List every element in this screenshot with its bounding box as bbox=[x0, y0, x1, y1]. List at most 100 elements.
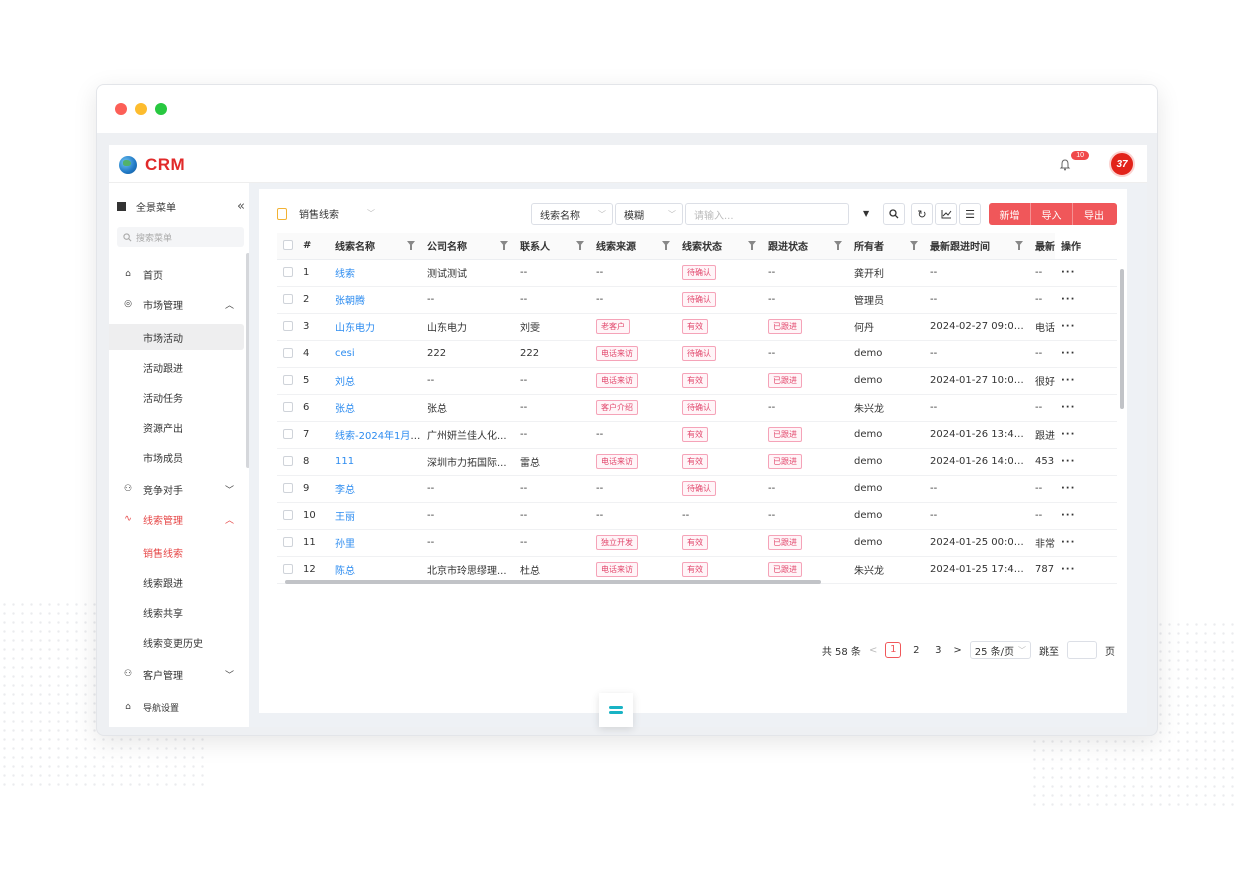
caret-down-icon[interactable]: ▼ bbox=[863, 209, 869, 218]
column-header-latest-followup-time[interactable]: 最新跟进时间 bbox=[924, 233, 1029, 260]
user-avatar[interactable]: 37 bbox=[1109, 151, 1135, 177]
more-actions-icon[interactable]: ··· bbox=[1061, 294, 1075, 305]
match-select[interactable]: 模糊 ﹀ bbox=[615, 203, 683, 225]
refresh-button[interactable]: ↻ bbox=[911, 203, 933, 225]
lead-name-link[interactable]: 陈总 bbox=[335, 566, 355, 577]
column-header-source[interactable]: 线索来源 bbox=[590, 233, 676, 260]
column-settings-button[interactable]: ☰ bbox=[959, 203, 981, 225]
select-all-checkbox-cell[interactable] bbox=[277, 233, 297, 260]
lead-name-link[interactable]: 张总 bbox=[335, 404, 355, 415]
sidebar-item-nav-settings[interactable]: ⌂ 导航设置 bbox=[109, 694, 244, 720]
row-checkbox-cell[interactable] bbox=[277, 502, 297, 530]
lead-name-link[interactable]: cesi bbox=[335, 348, 355, 359]
horizontal-scroll-thumb[interactable] bbox=[285, 580, 821, 584]
row-checkbox[interactable] bbox=[283, 510, 293, 520]
row-checkbox-cell[interactable] bbox=[277, 286, 297, 314]
table-row[interactable]: 5 刘总 -- -- 电话来访 有效 已跟进 demo 2024-01-27 10:00:38 很… bbox=[277, 367, 1117, 395]
column-header-owner[interactable]: 所有者 bbox=[848, 233, 924, 260]
menu-search-input[interactable]: 搜索菜单 bbox=[117, 227, 244, 247]
table-row[interactable]: 6 张总 张总 -- 客户介绍 待确认 -- 朱兴龙 -- -- ··· bbox=[277, 394, 1117, 422]
row-checkbox[interactable] bbox=[283, 402, 293, 412]
table-row[interactable]: 3 山东电力 山东电力 刘雯 老客户 有效 已跟进 何丹 2024-02-27 09:02:16… bbox=[277, 313, 1117, 341]
row-checkbox-cell[interactable] bbox=[277, 421, 297, 449]
filter-icon[interactable] bbox=[834, 241, 842, 250]
table-cell[interactable]: 111 bbox=[329, 448, 421, 476]
sidebar-item-market-activity[interactable]: 市场活动 bbox=[109, 324, 244, 350]
lead-name-link[interactable]: 111 bbox=[335, 456, 354, 467]
more-actions-icon[interactable]: ··· bbox=[1061, 402, 1075, 413]
row-checkbox[interactable] bbox=[283, 456, 293, 466]
lead-name-link[interactable]: 李总 bbox=[335, 485, 355, 496]
page-button-3[interactable]: 3 bbox=[931, 645, 945, 656]
view-selector[interactable]: 销售线索 ﹀ bbox=[277, 206, 375, 221]
table-cell[interactable]: 王丽 bbox=[329, 502, 421, 530]
sidebar-item-leads-sharing[interactable]: 线索共享 bbox=[109, 599, 244, 625]
more-actions-icon[interactable]: ··· bbox=[1061, 267, 1075, 278]
row-checkbox[interactable] bbox=[283, 537, 293, 547]
field-select[interactable]: 线索名称 ﹀ bbox=[531, 203, 613, 225]
jump-page-input[interactable] bbox=[1067, 641, 1097, 659]
row-checkbox[interactable] bbox=[283, 483, 293, 493]
table-row[interactable]: 7 线索-2024年1月2... 广州妍兰佳人化... -- -- 有效 已跟进 demo 20… bbox=[277, 421, 1117, 449]
filter-icon[interactable] bbox=[662, 241, 670, 250]
table-vertical-scrollbar[interactable] bbox=[1119, 261, 1125, 581]
table-horizontal-scrollbar[interactable] bbox=[277, 579, 1117, 585]
sidebar-item-sales-leads[interactable]: 销售线索 bbox=[109, 539, 244, 565]
sidebar-item-home[interactable]: ⌂ 首页 bbox=[109, 261, 244, 287]
more-actions-icon[interactable]: ··· bbox=[1061, 456, 1075, 467]
search-button[interactable] bbox=[883, 203, 905, 225]
filter-icon[interactable] bbox=[1015, 241, 1023, 250]
table-cell[interactable]: cesi bbox=[329, 340, 421, 368]
table-cell[interactable]: 刘总 bbox=[329, 367, 421, 395]
lead-name-link[interactable]: 王丽 bbox=[335, 512, 355, 523]
filter-icon[interactable] bbox=[500, 241, 508, 250]
row-checkbox-cell[interactable] bbox=[277, 313, 297, 341]
row-checkbox[interactable] bbox=[283, 294, 293, 304]
lead-name-link[interactable]: 刘总 bbox=[335, 377, 355, 388]
sidebar-item-leads-history[interactable]: 线索变更历史 bbox=[109, 629, 244, 655]
row-checkbox-cell[interactable] bbox=[277, 475, 297, 503]
table-row[interactable]: 10 王丽 -- -- -- -- -- demo -- -- ··· bbox=[277, 502, 1117, 530]
more-actions-icon[interactable]: ··· bbox=[1061, 510, 1075, 521]
row-checkbox[interactable] bbox=[283, 375, 293, 385]
row-checkbox-cell[interactable] bbox=[277, 340, 297, 368]
row-checkbox-cell[interactable] bbox=[277, 394, 297, 422]
bell-icon[interactable] bbox=[1059, 159, 1071, 171]
filter-icon[interactable] bbox=[407, 241, 415, 250]
more-actions-icon[interactable]: ··· bbox=[1061, 321, 1075, 332]
collapse-sidebar-icon[interactable]: « bbox=[237, 199, 245, 214]
more-actions-icon[interactable]: ··· bbox=[1061, 483, 1075, 494]
sidebar-item-customer-management[interactable]: ⚇ 客户管理 ﹀ bbox=[109, 661, 244, 687]
search-input[interactable]: 请输入... bbox=[685, 203, 849, 225]
add-button[interactable]: 新增 bbox=[989, 203, 1031, 225]
table-cell[interactable]: 李总 bbox=[329, 475, 421, 503]
row-checkbox-cell[interactable] bbox=[277, 259, 297, 287]
import-button[interactable]: 导入 bbox=[1031, 203, 1073, 225]
more-actions-icon[interactable]: ··· bbox=[1061, 375, 1075, 386]
filter-icon[interactable] bbox=[748, 241, 756, 250]
row-checkbox-cell[interactable] bbox=[277, 367, 297, 395]
table-row[interactable]: 4 cesi 222 222 电话来访 待确认 -- demo -- -- ··· bbox=[277, 340, 1117, 368]
more-actions-icon[interactable]: ··· bbox=[1061, 429, 1075, 440]
column-header-contact[interactable]: 联系人 bbox=[514, 233, 590, 260]
lead-name-link[interactable]: 线索-2024年1月2... bbox=[335, 431, 421, 442]
table-cell[interactable]: 线索-2024年1月2... bbox=[329, 421, 421, 449]
lead-name-link[interactable]: 线索 bbox=[335, 269, 355, 280]
sidebar-item-market-members[interactable]: 市场成员 bbox=[109, 444, 244, 470]
filter-icon[interactable] bbox=[910, 241, 918, 250]
more-actions-icon[interactable]: ··· bbox=[1061, 348, 1075, 359]
more-actions-icon[interactable]: ··· bbox=[1061, 564, 1075, 575]
column-header-followup-status[interactable]: 跟进状态 bbox=[762, 233, 848, 260]
row-checkbox[interactable] bbox=[283, 348, 293, 358]
page-button-1[interactable]: 1 bbox=[885, 642, 902, 658]
page-button-2[interactable]: 2 bbox=[909, 645, 923, 656]
export-button[interactable]: 导出 bbox=[1073, 203, 1115, 225]
column-header-lead-name[interactable]: 线索名称 bbox=[329, 233, 421, 260]
prev-page-button[interactable]: < bbox=[869, 645, 877, 656]
lead-name-link[interactable]: 孙里 bbox=[335, 539, 355, 550]
more-actions-icon[interactable]: ··· bbox=[1061, 537, 1075, 548]
sidebar-item-market-management[interactable]: ◎ 市场管理 ︿ bbox=[109, 291, 244, 317]
chart-button[interactable] bbox=[935, 203, 957, 225]
sidebar-item-leads-followup[interactable]: 线索跟进 bbox=[109, 569, 244, 595]
floating-menu-button[interactable] bbox=[599, 693, 633, 727]
